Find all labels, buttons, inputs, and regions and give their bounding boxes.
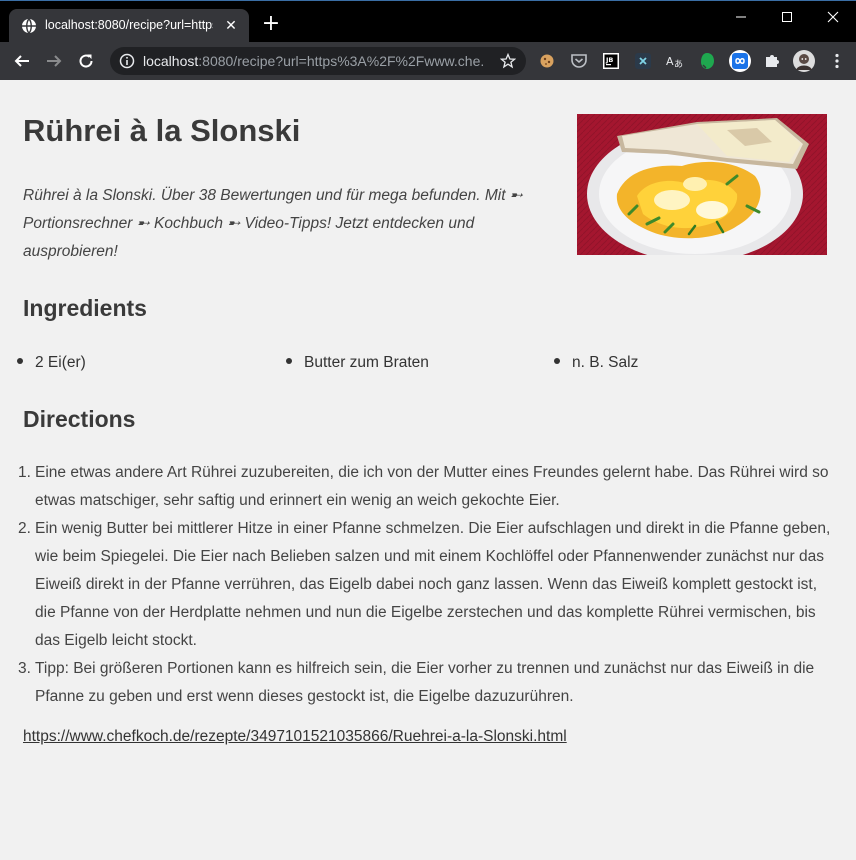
browser-toolbar: localhost:8080/recipe?url=https%3A%2F%2F… (0, 42, 856, 80)
direction-step: 1. Eine etwas andere Art Rührei zuzubere… (18, 459, 835, 515)
direction-step: 3. Tipp: Bei größeren Portionen kann es … (18, 655, 835, 711)
direction-step: 2. Ein wenig Butter bei mittlerer Hitze … (18, 515, 835, 655)
jetbrains-extension-icon[interactable]: JB (601, 51, 621, 71)
url-host: localhost (143, 53, 199, 69)
bookmark-star-icon[interactable] (499, 52, 517, 69)
bullet-icon (286, 357, 292, 364)
recipe-page: Rührei à la Slonski Rührei à la Slonski.… (0, 80, 856, 860)
maximize-button[interactable] (764, 1, 810, 33)
step-text: Tipp: Bei größeren Portionen kann es hil… (35, 660, 815, 705)
evernote-extension-icon[interactable] (697, 51, 717, 71)
bullet-icon (554, 357, 560, 364)
pocket-extension-icon[interactable] (569, 51, 589, 71)
forward-button[interactable] (42, 49, 66, 73)
step-text: Eine etwas andere Art Rührei zuzubereite… (35, 464, 829, 509)
ingredient-text: n. B. Salz (572, 354, 639, 371)
step-number: 1. (18, 464, 31, 481)
new-tab-button[interactable]: + (260, 13, 282, 35)
menu-kebab-icon[interactable] (827, 51, 847, 71)
svg-text:A: A (666, 55, 674, 68)
recipe-description: Rührei à la Slonski. Über 38 Bewertungen… (23, 187, 523, 260)
url-text[interactable]: localhost:8080/recipe?url=https%3A%2F%2F… (143, 53, 483, 71)
bullet-icon (17, 357, 23, 364)
svg-text:あ: あ (674, 59, 683, 70)
infinity-extension-icon[interactable] (729, 50, 751, 72)
ingredients-heading: Ingredients (23, 295, 147, 321)
recipe-title: Rührei à la Slonski (23, 113, 301, 148)
tab-title: localhost:8080/recipe?url=https%3A (45, 18, 213, 32)
svg-text:JB: JB (605, 56, 613, 64)
close-window-button[interactable] (810, 1, 856, 33)
ingredient-item: n. B. Salz (554, 354, 638, 372)
cookie-extension-icon[interactable] (537, 51, 557, 71)
x-extension-icon[interactable] (633, 51, 653, 71)
globe-icon (21, 18, 37, 34)
directions-list: 1. Eine etwas andere Art Rührei zuzubere… (18, 459, 835, 711)
info-icon[interactable] (119, 53, 135, 69)
puzzle-extensions-icon[interactable] (762, 51, 782, 71)
reload-button[interactable] (74, 49, 98, 73)
source-link[interactable]: https://www.chefkoch.de/rezepte/34971015… (23, 728, 567, 746)
step-number: 3. (18, 660, 31, 677)
back-button[interactable] (10, 49, 34, 73)
recipe-photo (577, 114, 827, 255)
directions-heading: Directions (23, 406, 136, 432)
tab-strip: localhost:8080/recipe?url=https%3A ✕ + (0, 0, 856, 43)
step-number: 2. (18, 520, 31, 537)
ingredient-item: Butter zum Braten (286, 354, 429, 372)
url-path: :8080/recipe?url=https%3A%2F%2Fwww.che..… (198, 53, 483, 69)
active-tab[interactable]: localhost:8080/recipe?url=https%3A ✕ (9, 9, 249, 43)
browser-window: localhost:8080/recipe?url=https%3A ✕ + (0, 0, 856, 860)
avatar[interactable] (793, 50, 815, 72)
ingredient-text: 2 Ei(er) (35, 354, 86, 371)
ingredient-item: 2 Ei(er) (17, 354, 86, 372)
tab-close-icon[interactable]: ✕ (223, 18, 239, 34)
ingredient-text: Butter zum Braten (304, 354, 429, 371)
step-text: Ein wenig Butter bei mittlerer Hitze in … (35, 520, 831, 649)
address-bar[interactable]: localhost:8080/recipe?url=https%3A%2F%2F… (110, 47, 526, 75)
translate-extension-icon[interactable]: Aあ (665, 51, 685, 71)
minimize-button[interactable] (718, 1, 764, 33)
